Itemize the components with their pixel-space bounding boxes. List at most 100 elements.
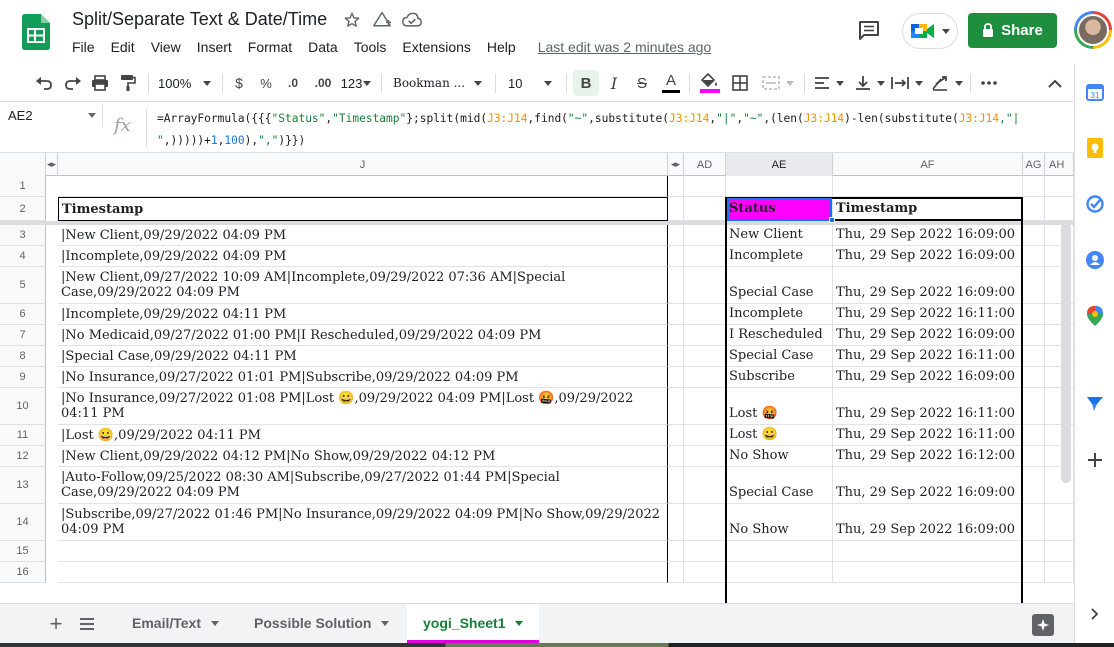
cell-ag[interactable] (1023, 225, 1045, 246)
cell-ad[interactable] (684, 325, 726, 346)
column-header-ad[interactable]: AD (684, 153, 726, 176)
currency-format-button[interactable]: $ (230, 70, 248, 96)
meet-button[interactable] (902, 13, 958, 49)
cell-af[interactable]: Thu, 29 Sep 2022 16:11:00 (833, 388, 1023, 425)
increase-decimals-button[interactable]: .00 (311, 70, 335, 96)
strikethrough-button[interactable]: S (631, 70, 653, 96)
cell-ae[interactable] (726, 541, 833, 562)
cell-ag[interactable] (1023, 446, 1045, 467)
cell-af[interactable] (833, 176, 1023, 197)
sheet-tab-menu-icon[interactable] (515, 620, 524, 626)
explore-icon[interactable] (1032, 614, 1054, 636)
cell-af[interactable]: Timestamp (833, 197, 1023, 221)
share-button[interactable]: Share (968, 13, 1057, 48)
hidden-column-gap[interactable] (668, 367, 684, 388)
menu-help[interactable]: Help (479, 37, 524, 57)
zoom-select[interactable]: 100% (158, 70, 218, 96)
cell-ag[interactable] (1023, 304, 1045, 325)
cell-ad[interactable] (684, 541, 726, 562)
cell-ag[interactable] (1023, 425, 1045, 446)
hidden-column-gap[interactable] (668, 197, 684, 221)
cell-j[interactable]: |No Insurance,09/27/2022 01:01 PM|Subscr… (58, 367, 668, 388)
decrease-decimals-button[interactable]: .0 (283, 70, 303, 96)
last-edit-link[interactable]: Last edit was 2 minutes ago (524, 37, 720, 57)
row-header[interactable]: 3 (0, 225, 46, 246)
sheet-tab-menu-icon[interactable] (381, 620, 390, 626)
cell-ae[interactable]: I Rescheduled (726, 325, 833, 346)
comment-icon[interactable] (855, 18, 883, 42)
hidden-column-gap[interactable] (668, 325, 684, 346)
cell-ag[interactable] (1023, 176, 1045, 197)
cell-ae[interactable]: New Client (726, 225, 833, 246)
fill-color-button[interactable] (698, 70, 722, 96)
row-header[interactable]: 4 (0, 246, 46, 267)
hidden-column-gap[interactable] (668, 346, 684, 367)
cell-ae[interactable]: Special Case (726, 267, 833, 304)
cell-ae[interactable]: Incomplete (726, 246, 833, 267)
cell-ae[interactable] (726, 562, 833, 583)
menu-tools[interactable]: Tools (346, 37, 395, 57)
menu-extensions[interactable]: Extensions (394, 37, 478, 57)
all-sheets-icon[interactable] (76, 612, 98, 636)
merge-cells-icon[interactable] (758, 70, 798, 96)
avatar[interactable] (1074, 11, 1112, 49)
row-header[interactable]: 13 (0, 467, 46, 504)
cell-ae[interactable]: Status (726, 197, 833, 221)
cell-af[interactable]: Thu, 29 Sep 2022 16:09:00 (833, 225, 1023, 246)
name-box-dropdown-icon[interactable] (88, 113, 96, 118)
cell-ah[interactable] (1045, 197, 1074, 221)
formula-input[interactable]: =ArrayFormula({{{"Status","Timestamp"};s… (157, 108, 1057, 152)
column-header-ag[interactable]: AG (1023, 153, 1045, 176)
column-header-af[interactable]: AF (833, 153, 1023, 176)
paint-format-icon[interactable] (117, 70, 139, 96)
cell-j[interactable]: |No Insurance,09/27/2022 01:08 PM|Lost 😀… (58, 388, 668, 425)
cell-j[interactable]: |Incomplete,09/29/2022 04:09 PM (58, 246, 668, 267)
hidden-column-gap[interactable] (668, 504, 684, 541)
cell-ah[interactable] (1045, 176, 1074, 197)
more-options-icon[interactable] (978, 70, 1000, 96)
row-header[interactable]: 2 (0, 197, 46, 221)
row-header[interactable]: 9 (0, 367, 46, 388)
document-title[interactable]: Split/Separate Text & Date/Time (72, 9, 327, 30)
hidden-column-gap[interactable] (668, 446, 684, 467)
row-header[interactable]: 12 (0, 446, 46, 467)
fill-handle[interactable] (829, 217, 835, 223)
cell-ag[interactable] (1023, 367, 1045, 388)
hidden-column-gap[interactable] (668, 304, 684, 325)
maps-icon[interactable] (1085, 306, 1105, 326)
cell-j[interactable]: |Incomplete,09/29/2022 04:11 PM (58, 304, 668, 325)
cell-af[interactable]: Thu, 29 Sep 2022 16:11:00 (833, 425, 1023, 446)
borders-icon[interactable] (729, 70, 751, 96)
keep-icon[interactable] (1085, 138, 1105, 158)
hidden-column-gap[interactable] (668, 541, 684, 562)
row-header[interactable]: 7 (0, 325, 46, 346)
vertical-scrollbar[interactable] (1061, 223, 1071, 483)
sheet-tab-menu-icon[interactable] (211, 620, 219, 626)
cell-j[interactable]: |New Client,09/29/2022 04:12 PM|No Show,… (58, 446, 668, 467)
font-size-select[interactable]: 10 (508, 70, 560, 96)
cell-ag[interactable] (1023, 541, 1045, 562)
font-family-select[interactable]: Bookman ... (393, 70, 486, 96)
cell-ag[interactable] (1023, 388, 1045, 425)
appsheet-icon[interactable] (1085, 394, 1105, 414)
row-header[interactable]: 15 (0, 541, 46, 562)
menu-insert[interactable]: Insert (189, 37, 240, 57)
column-header-j[interactable]: J (58, 153, 668, 176)
collapse-menus-icon[interactable] (1044, 70, 1066, 96)
cell-j[interactable]: |Auto-Follow,09/25/2022 08:30 AM|Subscri… (58, 467, 668, 504)
cell-ad[interactable] (684, 446, 726, 467)
cell-ag[interactable] (1023, 197, 1045, 221)
cell-ae[interactable]: No Show (726, 504, 833, 541)
menu-file[interactable]: File (64, 37, 103, 57)
hidden-columns-left-icon[interactable]: ◂▸ (46, 153, 58, 176)
spreadsheet-grid[interactable]: ◂▸ J ◂▸ AD AE AF AG AH 1 2 Timestamp Status… (0, 153, 1074, 603)
select-all-corner[interactable] (0, 153, 46, 176)
row-header[interactable]: 11 (0, 425, 46, 446)
text-rotation-icon[interactable] (930, 70, 964, 96)
cell-ad[interactable] (684, 467, 726, 504)
cell-j[interactable]: |No Medicaid,09/27/2022 01:00 PM|I Resch… (58, 325, 668, 346)
print-icon[interactable] (89, 70, 111, 96)
cell-ae[interactable]: Incomplete (726, 304, 833, 325)
cell-af[interactable]: Thu, 29 Sep 2022 16:09:00 (833, 325, 1023, 346)
row-header[interactable]: 6 (0, 304, 46, 325)
